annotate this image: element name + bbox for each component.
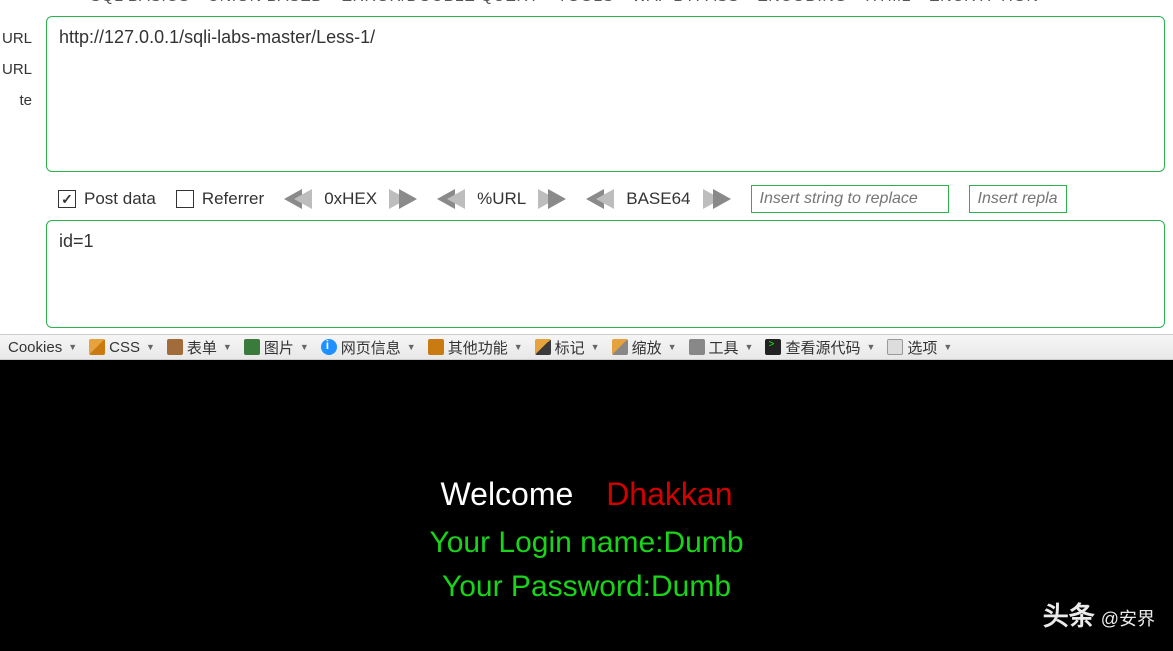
- devtools-toolbar: Cookies▼ CSS▼ 表单▼ 图片▼ 网页信息▼ 其他功能▼ 标记▼ 缩放…: [0, 334, 1173, 360]
- options-icon: [887, 339, 903, 355]
- login-name-line: Your Login name:Dumb: [0, 526, 1173, 560]
- base64-label: BASE64: [614, 189, 702, 209]
- watermark-handle: @安界: [1101, 605, 1155, 631]
- toolbar-tools[interactable]: 工具▼: [687, 337, 756, 358]
- post-data-checkbox[interactable]: Post data: [58, 189, 156, 209]
- chevron-down-icon: ▼: [866, 342, 875, 352]
- sidebar: URL URL te: [0, 30, 32, 109]
- base64-encode-button[interactable]: BASE64: [586, 189, 730, 209]
- referrer-checkbox[interactable]: Referrer: [176, 189, 264, 209]
- watermark: 头条 @安界: [1043, 596, 1155, 633]
- pencil-icon: [89, 339, 105, 355]
- chevron-down-icon: ▼: [514, 342, 523, 352]
- checkbox-icon: [58, 190, 76, 208]
- toolbar-other[interactable]: 其他功能▼: [426, 337, 525, 358]
- chevron-down-icon: ▼: [591, 342, 600, 352]
- rendered-page: Welcome Dhakkan Your Login name:Dumb You…: [0, 360, 1173, 651]
- controls-row: Post data Referrer 0xHEX %URL BASE64: [58, 184, 1165, 214]
- url-encode-label: %URL: [465, 189, 538, 209]
- menu-tools[interactable]: TOOLS: [557, 0, 613, 6]
- url-input-box[interactable]: http://127.0.0.1/sqli-labs-master/Less-1…: [46, 16, 1165, 172]
- sidebar-url-2[interactable]: URL: [2, 61, 32, 78]
- toolbar-css[interactable]: CSS▼: [87, 339, 157, 356]
- menu-sql-basics[interactable]: SQL BASICS: [90, 0, 190, 6]
- welcome-name: Dhakkan: [606, 476, 732, 512]
- toolbar-mark[interactable]: 标记▼: [533, 337, 602, 358]
- arrow-left-icon: [447, 189, 465, 209]
- sidebar-te[interactable]: te: [2, 92, 32, 109]
- referrer-label: Referrer: [202, 189, 264, 209]
- hex-encode-button[interactable]: 0xHEX: [284, 189, 417, 209]
- top-menu: SQL BASICS UNION BASED ERROR/DOUBLE QUER…: [78, 0, 1173, 12]
- post-data-value: id=1: [59, 231, 94, 251]
- arrow-left-icon: [596, 189, 614, 209]
- menu-encoding[interactable]: ENCODING: [757, 0, 847, 6]
- toolbar-forms[interactable]: 表单▼: [165, 337, 234, 358]
- url-input-value: http://127.0.0.1/sqli-labs-master/Less-1…: [59, 27, 1152, 48]
- replace-with-input[interactable]: [969, 185, 1067, 213]
- arrow-right-icon: [548, 189, 566, 209]
- chevron-down-icon: ▼: [745, 342, 754, 352]
- chevron-down-icon: ▼: [146, 342, 155, 352]
- toolbar-zoom[interactable]: 缩放▼: [610, 337, 679, 358]
- post-data-input[interactable]: id=1: [46, 220, 1165, 328]
- menu-union-based[interactable]: UNION BASED: [208, 0, 324, 6]
- post-data-label: Post data: [84, 189, 156, 209]
- clipboard-icon: [167, 339, 183, 355]
- checkbox-icon: [176, 190, 194, 208]
- arrow-right-icon: [713, 189, 731, 209]
- arrow-right-icon: [399, 189, 417, 209]
- welcome-text: Welcome: [441, 476, 574, 512]
- menu-waf-bypass[interactable]: WAF BYPASS: [632, 0, 739, 6]
- book-icon: [428, 339, 444, 355]
- password-line: Your Password:Dumb: [0, 570, 1173, 604]
- toolbar-images[interactable]: 图片▼: [242, 337, 311, 358]
- hex-label: 0xHEX: [312, 189, 389, 209]
- toolbar-options[interactable]: 选项▼: [885, 337, 954, 358]
- toolbar-cookies[interactable]: Cookies▼: [6, 339, 79, 356]
- info-icon: [321, 339, 337, 355]
- watermark-brand: 头条: [1043, 596, 1095, 633]
- chevron-down-icon: ▼: [68, 342, 77, 352]
- sidebar-url-1[interactable]: URL: [2, 30, 32, 47]
- chevron-down-icon: ▼: [943, 342, 952, 352]
- zoom-icon: [612, 339, 628, 355]
- toolbar-pageinfo[interactable]: 网页信息▼: [319, 337, 418, 358]
- url-encode-button[interactable]: %URL: [437, 189, 566, 209]
- wrench-icon: [689, 339, 705, 355]
- menu-error-double[interactable]: ERROR/DOUBLE QUERY: [341, 0, 539, 6]
- chevron-down-icon: ▼: [300, 342, 309, 352]
- menu-encryption[interactable]: ENCRYPTION: [929, 0, 1039, 6]
- menu-html[interactable]: HTML: [865, 0, 911, 6]
- chevron-down-icon: ▼: [223, 342, 232, 352]
- image-icon: [244, 339, 260, 355]
- arrow-left-icon: [294, 189, 312, 209]
- welcome-heading: Welcome Dhakkan: [0, 476, 1173, 513]
- terminal-icon: [765, 339, 781, 355]
- replace-string-input[interactable]: [751, 185, 949, 213]
- chevron-down-icon: ▼: [668, 342, 677, 352]
- toolbar-viewsource[interactable]: 查看源代码▼: [763, 337, 877, 358]
- chevron-down-icon: ▼: [407, 342, 416, 352]
- marker-icon: [535, 339, 551, 355]
